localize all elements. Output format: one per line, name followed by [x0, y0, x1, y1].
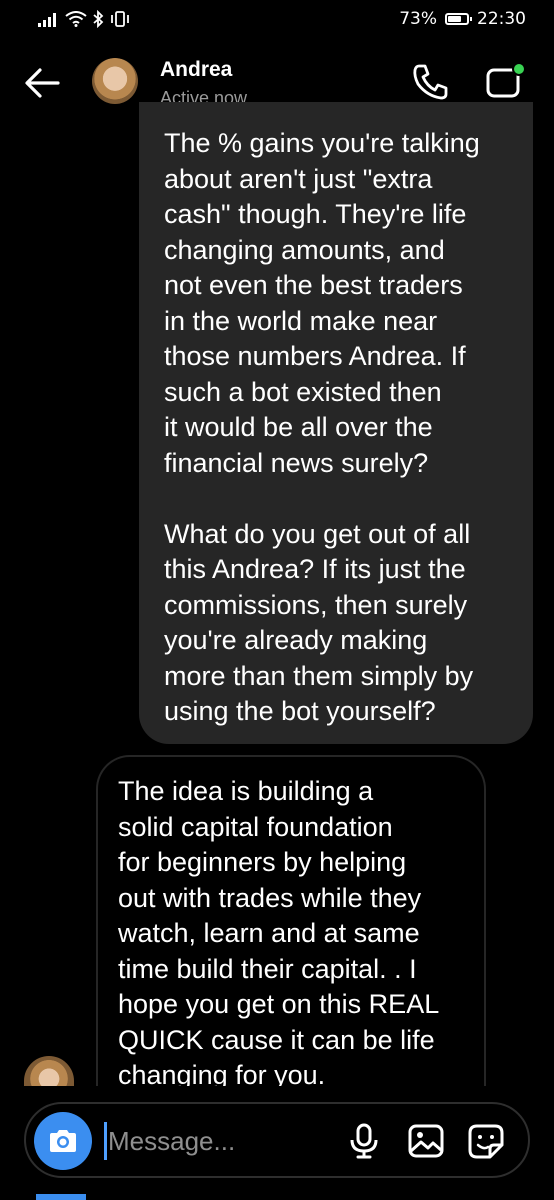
back-button[interactable]: [22, 62, 64, 104]
clock: 22:30: [477, 9, 526, 29]
battery-percent: 73%: [399, 9, 437, 29]
status-icons-right: 73% 22:30: [399, 9, 526, 29]
received-message-bubble[interactable]: The idea is building a solid capital fou…: [96, 755, 486, 1095]
message-input[interactable]: [108, 1118, 338, 1164]
text-cursor: [104, 1122, 107, 1160]
status-icons-left: [38, 10, 131, 28]
voice-message-button[interactable]: [344, 1121, 384, 1161]
bottom-nav-edge: [0, 1194, 554, 1200]
scroll-edge: [0, 1086, 554, 1100]
sent-message-bubble[interactable]: The % gains you're talking about aren't …: [139, 102, 533, 744]
wifi-icon: [65, 11, 87, 27]
video-camera-icon: [486, 62, 526, 98]
vibrate-icon: [111, 11, 129, 27]
nav-indicator: [36, 1194, 86, 1200]
phone-icon: [413, 64, 448, 100]
gallery-button[interactable]: [406, 1121, 446, 1161]
back-arrow-icon: [25, 68, 60, 98]
message-composer: [24, 1102, 530, 1178]
video-call-button[interactable]: [484, 62, 528, 102]
battery-fill: [448, 16, 462, 22]
voice-call-button[interactable]: [410, 62, 450, 102]
camera-icon: [50, 1130, 76, 1152]
sticker-icon: [468, 1124, 504, 1159]
avatar[interactable]: [92, 58, 138, 104]
bluetooth-icon: [93, 10, 104, 28]
status-bar: 73% 22:30: [0, 0, 554, 40]
signal-icon: [38, 13, 56, 27]
battery-icon: [445, 13, 472, 25]
image-icon: [408, 1124, 444, 1158]
microphone-icon: [350, 1123, 378, 1159]
contact-name[interactable]: Andrea: [160, 58, 232, 82]
camera-button[interactable]: [34, 1112, 92, 1170]
sticker-button[interactable]: [466, 1121, 506, 1161]
